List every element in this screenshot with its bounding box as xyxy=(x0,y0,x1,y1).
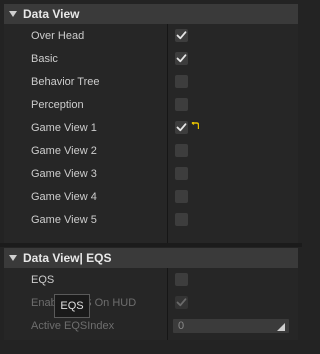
section-title: Data View| EQS xyxy=(23,251,112,265)
checkbox[interactable] xyxy=(175,144,188,157)
checkbox[interactable] xyxy=(175,213,188,226)
checkbox[interactable] xyxy=(175,98,188,111)
property-label: Game View 4 xyxy=(31,190,97,203)
collapse-arrow-icon[interactable] xyxy=(9,255,17,261)
checkbox[interactable] xyxy=(175,29,188,42)
number-input[interactable]: 0 xyxy=(173,318,289,334)
section-gap xyxy=(0,243,302,247)
property-label: Game View 1 xyxy=(31,121,97,134)
checkbox[interactable] xyxy=(175,167,188,180)
property-row: Enable EQS On HUD xyxy=(4,291,298,314)
property-label: Active EQSIndex xyxy=(31,319,115,332)
tooltip: EQS xyxy=(54,294,90,318)
section-body-data-view: Over Head Basic Behavior Tree Perception Gam… xyxy=(4,24,298,243)
checkbox[interactable] xyxy=(175,52,188,65)
property-row: Game View 4 xyxy=(4,185,298,208)
tooltip-text: EQS xyxy=(60,300,84,312)
reset-to-default-icon[interactable] xyxy=(191,121,200,133)
property-row: Game View 2 xyxy=(4,139,298,162)
property-label: Game View 5 xyxy=(31,213,97,226)
checkbox[interactable] xyxy=(175,121,188,134)
section-header-data-view-eqs[interactable]: Data View| EQS xyxy=(4,248,298,268)
section-body-data-view-eqs: EQSEnable EQS On HUDActive EQSIndex0 xyxy=(4,268,298,340)
checkbox[interactable] xyxy=(175,296,188,309)
property-row: Game View 3 xyxy=(4,162,298,185)
checkbox[interactable] xyxy=(175,190,188,203)
section-title: Data View xyxy=(23,7,80,21)
section-header-data-view[interactable]: Data View xyxy=(4,4,298,24)
property-label: Game View 3 xyxy=(31,167,97,180)
property-row: Behavior Tree xyxy=(4,70,298,93)
property-row: Game View 5 xyxy=(4,208,298,231)
collapse-arrow-icon[interactable] xyxy=(9,11,17,17)
property-row: Perception xyxy=(4,93,298,116)
property-row: Active EQSIndex 0 xyxy=(4,314,298,337)
checkbox[interactable] xyxy=(175,273,188,286)
resize-handle-icon[interactable] xyxy=(277,322,285,334)
property-label: Over Head xyxy=(31,29,85,42)
number-value: 0 xyxy=(178,319,185,332)
property-label: Basic xyxy=(31,52,58,65)
checkbox[interactable] xyxy=(175,75,188,88)
property-label: Perception xyxy=(31,98,84,111)
property-row: EQS xyxy=(4,268,298,291)
property-label: EQS xyxy=(31,273,55,286)
property-label: Game View 2 xyxy=(31,144,97,157)
property-row: Basic xyxy=(4,47,298,70)
property-row: Game View 1 xyxy=(4,116,298,139)
property-row: Over Head xyxy=(4,24,298,47)
property-label: Behavior Tree xyxy=(31,75,100,88)
